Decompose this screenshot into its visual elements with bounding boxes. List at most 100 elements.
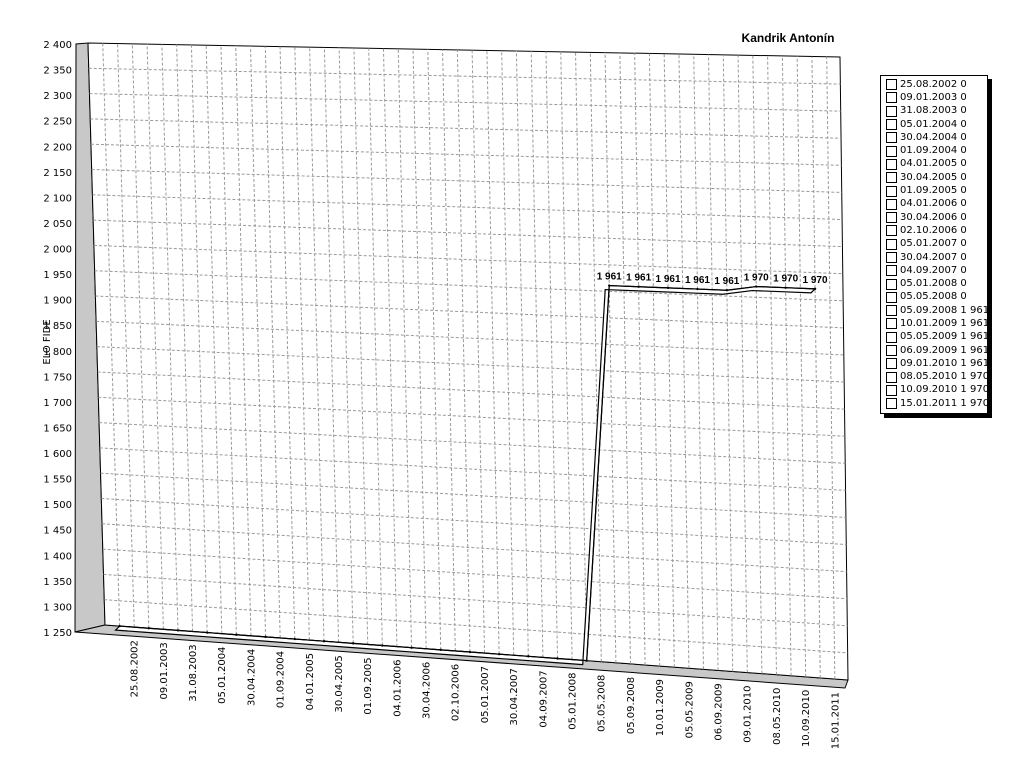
legend-item: 30.04.2005 0 xyxy=(881,171,987,184)
data-point xyxy=(322,640,326,643)
legend-swatch xyxy=(886,305,897,317)
x-tick-label: 25.08.2002 xyxy=(130,640,141,697)
legend-label: 01.09.2005 0 xyxy=(900,185,967,197)
data-point xyxy=(118,624,121,628)
y-tick-label: 1 300 xyxy=(43,602,72,613)
data-point xyxy=(381,644,384,647)
legend-label: 06.09.2009 1 961 xyxy=(900,344,990,356)
data-point xyxy=(556,657,559,660)
legend-label: 10.01.2009 1 961 xyxy=(900,317,990,329)
legend-swatch xyxy=(886,278,897,290)
chart-legend: 25.08.2002 0 09.01.2003 0 31.08.2003 0 05.0… xyxy=(880,75,990,415)
legend-item: 15.01.2011 1 970 xyxy=(881,397,990,410)
legend-swatch xyxy=(886,345,897,357)
data-point xyxy=(293,637,296,641)
data-label: 1 961 xyxy=(656,274,681,285)
legend-label: 30.04.2004 0 xyxy=(900,131,967,143)
data-point xyxy=(755,285,758,288)
legend-label: 05.05.2008 0 xyxy=(900,291,967,303)
legend-label: 09.01.2003 0 xyxy=(900,91,967,103)
data-label: 1 970 xyxy=(803,275,828,286)
x-tick-label: 10.09.2010 xyxy=(801,690,812,747)
legend-item: 06.09.2009 1 961 xyxy=(881,344,990,357)
x-tick-label: 30.04.2007 xyxy=(509,668,520,725)
y-tick-label: 1 450 xyxy=(43,526,72,537)
legend-label: 15.01.2011 1 970 xyxy=(900,397,990,409)
data-label: 1 961 xyxy=(597,272,622,283)
legend-swatch xyxy=(886,105,897,117)
data-point xyxy=(585,659,588,662)
legend-swatch xyxy=(886,198,897,210)
y-tick-label: 1 900 xyxy=(43,296,72,307)
y-tick-label: 1 350 xyxy=(43,577,72,588)
legend-swatch xyxy=(886,291,897,303)
legend-label: 10.09.2010 1 970 xyxy=(900,384,990,396)
legend-swatch xyxy=(886,265,897,277)
data-label: 1 961 xyxy=(685,275,710,286)
legend-item: 10.09.2010 1 970 xyxy=(881,384,990,397)
legend-swatch xyxy=(886,238,897,250)
x-tick-label: 05.01.2008 xyxy=(568,672,579,729)
x-tick-label: 15.01.2011 xyxy=(830,692,841,749)
x-tick-label: 01.09.2004 xyxy=(276,651,287,708)
legend-label: 30.04.2006 0 xyxy=(900,211,967,223)
data-label: 1 970 xyxy=(744,273,769,284)
x-tick-label: 10.01.2009 xyxy=(655,679,666,736)
legend-item: 30.04.2006 0 xyxy=(881,211,987,224)
x-tick-label: 05.09.2008 xyxy=(626,677,637,734)
legend-swatch xyxy=(886,358,897,370)
legend-item: 05.01.2004 0 xyxy=(881,118,987,131)
legend-item: 09.01.2010 1 961 xyxy=(881,357,990,370)
data-point xyxy=(666,286,670,290)
legend-swatch xyxy=(886,172,897,184)
legend-swatch xyxy=(886,371,897,383)
x-tick-label: 01.09.2005 xyxy=(363,657,374,714)
legend-item: 10.01.2009 1 961 xyxy=(881,317,990,330)
legend-swatch xyxy=(886,398,897,410)
y-tick-label: 2 350 xyxy=(43,66,72,77)
data-label: 1 970 xyxy=(773,274,798,285)
data-point xyxy=(813,287,817,291)
legend-swatch xyxy=(886,185,897,197)
data-point xyxy=(608,284,611,287)
data-point xyxy=(696,287,699,291)
y-tick-label: 2 100 xyxy=(43,193,72,204)
legend-label: 05.01.2007 0 xyxy=(900,238,967,250)
chart-title: Kandrik Antonín xyxy=(742,31,835,45)
y-tick-label: 1 950 xyxy=(43,270,72,281)
y-tick-label: 1 550 xyxy=(43,475,72,486)
chart-plot: 2 400 2 350 2 300 2 250 2 200 2 150 2 100 2 050… xyxy=(42,31,849,749)
legend-label: 09.01.2010 1 961 xyxy=(900,357,990,369)
legend-item: 02.10.2006 0 xyxy=(881,224,987,237)
x-tick-label: 30.04.2006 xyxy=(422,662,433,719)
legend-label: 05.05.2009 1 961 xyxy=(900,331,990,343)
x-tick-label: 08.05.2010 xyxy=(772,688,783,745)
legend-label: 04.01.2006 0 xyxy=(900,198,967,210)
y-axis-label: ELO FIDE xyxy=(42,319,53,364)
x-tick-label: 06.09.2009 xyxy=(713,683,724,740)
legend-label: 02.10.2006 0 xyxy=(900,224,967,236)
legend-swatch xyxy=(886,225,897,237)
legend-swatch xyxy=(886,92,897,104)
legend-item: 31.08.2003 0 xyxy=(881,105,987,118)
data-point xyxy=(264,635,267,639)
legend-swatch xyxy=(886,119,897,131)
y-tick-label: 1 400 xyxy=(43,551,72,562)
legend-item: 05.05.2009 1 961 xyxy=(881,331,990,344)
legend-item: 04.09.2007 0 xyxy=(881,264,987,277)
data-point xyxy=(725,289,729,292)
x-tick-label: 31.08.2003 xyxy=(188,644,199,701)
data-point xyxy=(527,655,530,658)
y-tick-label: 1 650 xyxy=(43,423,72,434)
legend-swatch xyxy=(886,145,897,157)
legend-item: 05.01.2008 0 xyxy=(881,277,987,290)
x-tick-label: 05.01.2007 xyxy=(480,666,491,723)
y-tick-label: 1 700 xyxy=(43,398,72,409)
legend-item: 04.01.2005 0 xyxy=(881,158,987,171)
data-point xyxy=(235,633,238,636)
x-tick-label: 05.05.2009 xyxy=(684,681,695,738)
data-point xyxy=(439,648,442,652)
x-tick-label: 04.01.2005 xyxy=(305,653,316,710)
y-tick-label: 2 400 xyxy=(43,40,72,51)
data-point xyxy=(497,652,501,656)
